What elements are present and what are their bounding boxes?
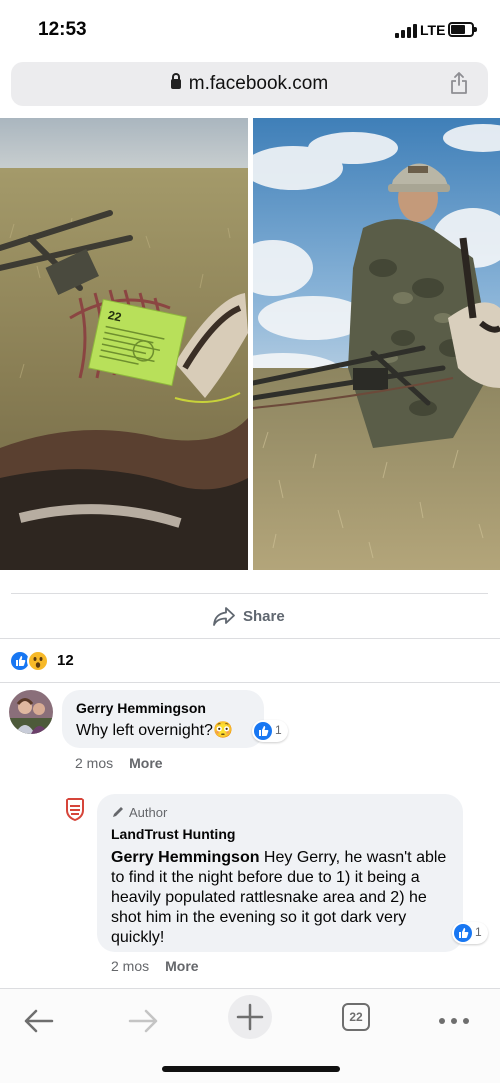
divider bbox=[0, 682, 500, 683]
back-arrow-icon bbox=[24, 1009, 54, 1033]
reply-text: Gerry Hemmingson Hey Gerry, he wasn't ab… bbox=[111, 848, 451, 948]
more-menu-button[interactable] bbox=[432, 999, 476, 1043]
share-label: Share bbox=[243, 608, 285, 625]
comment-text: Why left overnight?😳 bbox=[76, 722, 233, 739]
address-bar[interactable]: m.facebook.com bbox=[11, 62, 488, 106]
comment-like-count: 1 bbox=[275, 723, 282, 737]
reply-more-button[interactable]: More bbox=[165, 958, 198, 974]
battery-level bbox=[451, 25, 465, 34]
network-type: LTE bbox=[420, 22, 446, 38]
reply-author[interactable]: LandTrust Hunting bbox=[111, 826, 235, 842]
pencil-icon bbox=[113, 807, 123, 817]
new-tab-button[interactable] bbox=[228, 995, 272, 1039]
plus-icon bbox=[236, 1003, 264, 1031]
reply-mention[interactable]: Gerry Hemmingson bbox=[111, 849, 259, 866]
url-text: m.facebook.com bbox=[188, 73, 329, 94]
reply-like-badge[interactable]: 1 bbox=[452, 922, 488, 944]
comment-bubble[interactable]: Gerry Hemmingson Why left overnight?😳 bbox=[62, 690, 264, 748]
back-button[interactable] bbox=[18, 999, 62, 1043]
comment-more-button[interactable]: More bbox=[129, 755, 162, 771]
tabs-count: 22 bbox=[342, 1003, 370, 1031]
signal-icon bbox=[395, 24, 417, 38]
post-photo-2[interactable] bbox=[253, 118, 500, 570]
author-badge-label: Author bbox=[129, 805, 168, 820]
photo-hunter-with-bow bbox=[253, 118, 500, 570]
reaction-count: 12 bbox=[57, 652, 74, 669]
lock-icon bbox=[170, 73, 181, 89]
page-avatar[interactable] bbox=[62, 796, 88, 822]
reply-bubble[interactable]: Author LandTrust Hunting Gerry Hemmingso… bbox=[97, 794, 463, 952]
comment-like-badge[interactable]: 1 bbox=[252, 720, 288, 742]
forward-button[interactable] bbox=[122, 999, 166, 1043]
divider bbox=[11, 593, 488, 594]
comment-meta: 2 mos More bbox=[75, 755, 163, 771]
url-display[interactable]: m.facebook.com bbox=[11, 73, 488, 95]
reply-time[interactable]: 2 mos bbox=[111, 958, 149, 974]
photo-pronghorn-tagged: 22 bbox=[0, 118, 248, 570]
post-photo-1[interactable]: 22 bbox=[0, 118, 248, 570]
status-time: 12:53 bbox=[38, 19, 87, 40]
share-sheet-icon[interactable] bbox=[450, 72, 468, 94]
forward-arrow-icon bbox=[128, 1009, 158, 1033]
commenter-avatar[interactable] bbox=[9, 690, 53, 734]
tabs-button[interactable]: 22 bbox=[339, 1001, 373, 1035]
share-arrow-icon bbox=[213, 607, 235, 626]
comment-author[interactable]: Gerry Hemmingson bbox=[76, 700, 206, 716]
share-button[interactable]: Share bbox=[212, 604, 302, 630]
like-icon bbox=[254, 722, 272, 740]
author-badge: Author bbox=[111, 805, 167, 820]
comment-time[interactable]: 2 mos bbox=[75, 755, 113, 771]
like-icon bbox=[454, 924, 472, 942]
divider bbox=[0, 638, 500, 639]
reply-meta: 2 mos More bbox=[111, 958, 199, 974]
reply-like-count: 1 bbox=[475, 925, 482, 939]
battery-icon bbox=[448, 22, 477, 37]
home-indicator bbox=[162, 1066, 340, 1072]
wow-reaction-icon bbox=[27, 650, 49, 672]
status-bar: 12:53 LTE bbox=[0, 0, 500, 58]
more-dots-icon bbox=[439, 1018, 469, 1024]
